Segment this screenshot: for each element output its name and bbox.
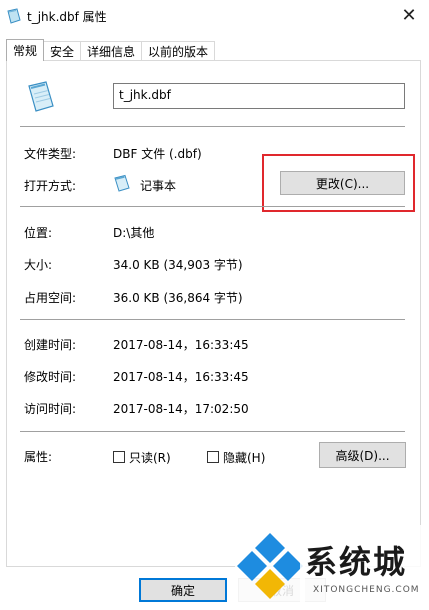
window-title: t_jhk.dbf 属性 xyxy=(27,10,107,24)
watermark: 系统城 XITONGCHENG.COM xyxy=(235,525,429,610)
separator xyxy=(20,206,405,207)
size-label: 大小: xyxy=(24,258,53,272)
tab-security[interactable]: 安全 xyxy=(43,41,82,61)
advanced-button[interactable]: 高级(D)... xyxy=(319,442,406,468)
filename-input[interactable]: t_jhk.dbf xyxy=(113,83,405,109)
tab-details[interactable]: 详细信息 xyxy=(80,41,143,61)
file-type-value: DBF 文件 (.dbf) xyxy=(113,147,202,161)
readonly-label[interactable]: 只读(R) xyxy=(129,449,171,466)
hidden-label[interactable]: 隐藏(H) xyxy=(223,449,265,466)
separator xyxy=(20,126,405,127)
title-bar: t_jhk.dbf 属性 ✕ xyxy=(0,0,429,32)
modified-value: 2017-08-14，16:33:45 xyxy=(113,370,249,384)
size-on-disk-value: 36.0 KB (36,864 字节) xyxy=(113,291,243,305)
tab-previous-versions[interactable]: 以前的版本 xyxy=(141,41,216,61)
watermark-subtext: XITONGCHENG.COM xyxy=(313,585,420,595)
created-label: 创建时间: xyxy=(24,338,77,352)
size-on-disk-label: 占用空间: xyxy=(24,291,77,305)
notepad-file-icon xyxy=(28,81,54,112)
hidden-checkbox[interactable] xyxy=(207,451,219,463)
change-button[interactable]: 更改(C)... xyxy=(280,171,405,195)
accessed-label: 访问时间: xyxy=(24,402,77,416)
watermark-logo-icon xyxy=(235,525,305,610)
tab-bar: 常规 安全 详细信息 以前的版本 xyxy=(6,39,216,61)
accessed-value: 2017-08-14，17:02:50 xyxy=(113,402,249,416)
location-value: D:\其他 xyxy=(113,226,155,240)
open-with-value: 记事本 xyxy=(140,179,177,193)
notepad-icon xyxy=(114,174,130,192)
general-panel: t_jhk.dbf 文件类型: DBF 文件 (.dbf) 打开方式: 记事本 … xyxy=(6,60,421,567)
tab-general[interactable]: 常规 xyxy=(6,39,45,61)
size-value: 34.0 KB (34,903 字节) xyxy=(113,258,243,272)
dbf-file-icon xyxy=(7,8,21,24)
watermark-text: 系统城 xyxy=(305,543,408,581)
ok-button[interactable]: 确定 xyxy=(139,578,227,602)
created-value: 2017-08-14，16:33:45 xyxy=(113,338,249,352)
attributes-label: 属性: xyxy=(24,450,53,464)
readonly-checkbox[interactable] xyxy=(113,451,125,463)
open-with-label: 打开方式: xyxy=(24,179,77,193)
separator xyxy=(20,431,405,432)
file-type-label: 文件类型: xyxy=(24,147,77,161)
close-button[interactable]: ✕ xyxy=(389,0,429,30)
location-label: 位置: xyxy=(24,226,53,240)
modified-label: 修改时间: xyxy=(24,370,77,384)
separator xyxy=(20,319,405,320)
